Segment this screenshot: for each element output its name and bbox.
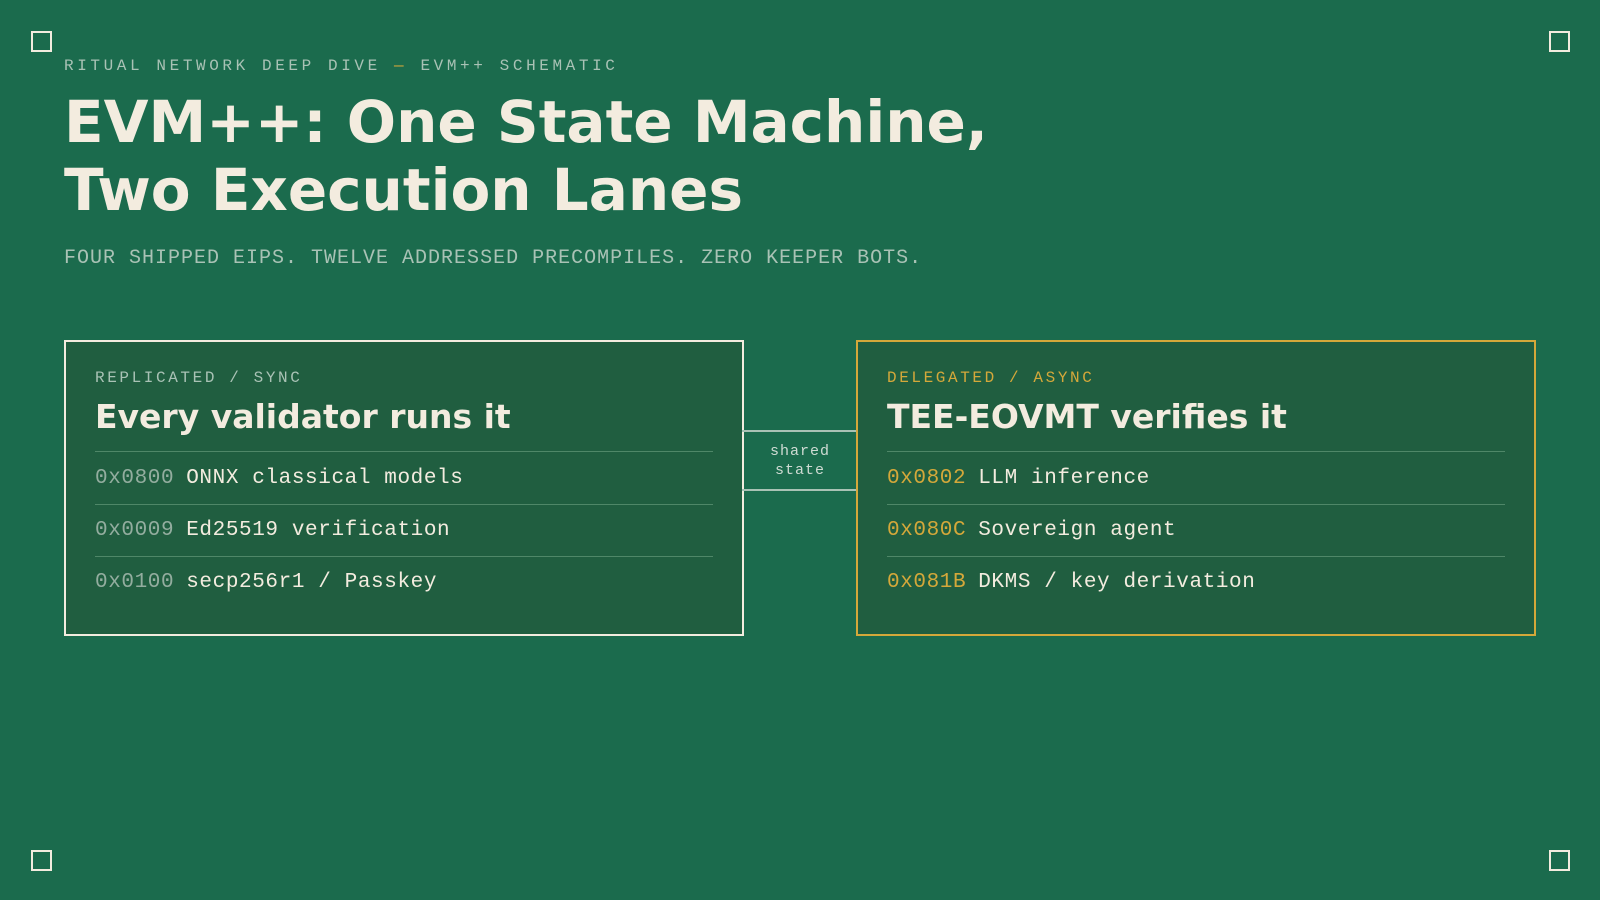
precompile-address: 0x0100 [95,571,175,594]
corner-mark-bottom-right [1549,850,1570,871]
page-title: EVM++: One State Machine, Two Execution … [64,88,1164,224]
connector-label-line-2: state [774,461,825,479]
precompile-label: DKMS / key derivation [978,571,1256,594]
precompile-label: secp256r1 / Passkey [186,571,438,594]
corner-mark-bottom-left [31,850,52,871]
corner-mark-top-left [31,31,52,52]
precompile-address: 0x0802 [887,466,967,490]
page-subtitle: FOUR SHIPPED EIPS. TWELVE ADDRESSED PREC… [64,247,923,270]
lane-kicker: REPLICATED / SYNC [95,369,303,387]
shared-state-connector: shared state [742,430,858,491]
precompile-label: Ed25519 verification [186,519,451,542]
precompile-label: LLM inference [978,466,1150,490]
eyebrow: RITUAL NETWORK DEEP DIVE — EVM++ SCHEMAT… [64,57,618,75]
eyebrow-dash: — [394,57,408,75]
lane-title: TEE-EOVMT verifies it [887,397,1287,436]
precompile-label: Sovereign agent [978,519,1177,542]
precompile-address: 0x0800 [95,466,175,490]
lane-kicker: DELEGATED / ASYNC [887,369,1095,387]
precompile-label: ONNX classical models [186,466,464,490]
lane-panel-delegated: DELEGATED / ASYNC TEE-EOVMT verifies it … [856,340,1536,636]
precompile-row: 0x0802 LLM inference [887,452,1505,504]
precompile-row: 0x0100 secp256r1 / Passkey [95,556,713,608]
precompile-address: 0x0009 [95,519,175,542]
lane-panel-replicated: REPLICATED / SYNC Every validator runs i… [64,340,744,636]
page-title-line-1: EVM++: One State Machine, [64,88,988,156]
precompile-address: 0x081B [887,571,967,594]
precompile-row: 0x0009 Ed25519 verification [95,504,713,556]
precompile-list: 0x0802 LLM inference 0x080C Sovereign ag… [887,451,1505,608]
precompile-address: 0x080C [887,519,967,542]
eyebrow-series: RITUAL NETWORK DEEP DIVE [64,57,381,75]
precompile-row: 0x081B DKMS / key derivation [887,556,1505,608]
connector-label-line-1: shared [769,442,830,460]
precompile-row: 0x080C Sovereign agent [887,504,1505,556]
page-title-line-2: Two Execution Lanes [64,156,744,224]
precompile-list: 0x0800 ONNX classical models 0x0009 Ed25… [95,451,713,608]
lane-title: Every validator runs it [95,397,511,436]
eyebrow-topic: EVM++ SCHEMATIC [420,57,619,75]
corner-mark-top-right [1549,31,1570,52]
precompile-row: 0x0800 ONNX classical models [95,452,713,504]
